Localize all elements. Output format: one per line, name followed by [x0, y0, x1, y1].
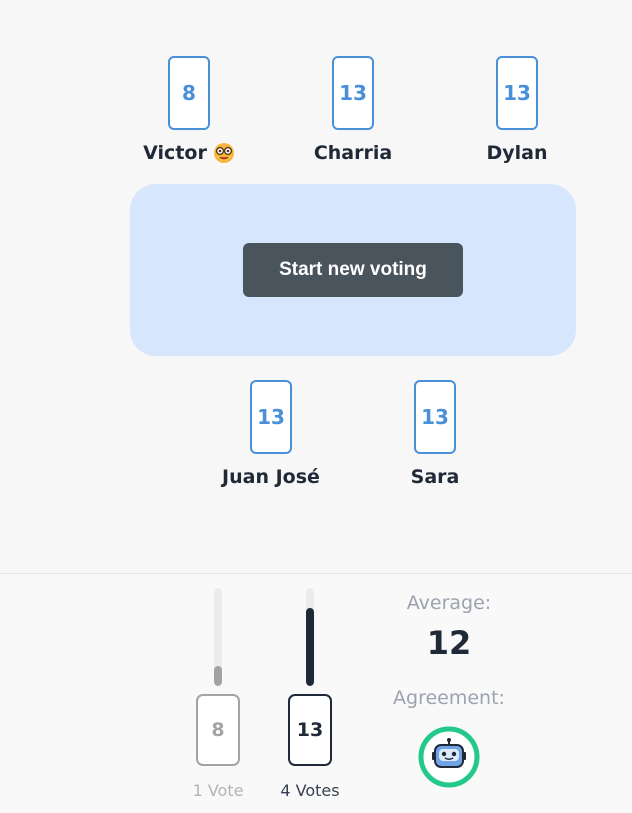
player-card: 13	[414, 380, 456, 454]
result-card: 13	[288, 694, 332, 766]
player-name: Juan José	[222, 466, 320, 488]
vote-bar-track	[306, 588, 314, 686]
average-label: Average:	[406, 592, 492, 614]
vote-bar-fill	[214, 666, 222, 686]
nerd-face-icon	[213, 143, 234, 163]
player-name-row: Victor	[143, 142, 235, 164]
player-card: 13	[496, 56, 538, 130]
vote-bar-track	[214, 588, 222, 686]
player-victor: 8 Victor	[119, 56, 259, 164]
player-name: Victor	[143, 142, 207, 164]
average-value: 12	[426, 624, 472, 662]
player-name: Sara	[410, 466, 460, 488]
result-column-13: 13 4 Votes	[265, 588, 355, 800]
start-new-voting-button[interactable]: Start new voting	[243, 243, 463, 297]
result-column-8: 8 1 Vote	[173, 588, 263, 800]
player-card: 8	[168, 56, 210, 130]
player-sara: 13 Sara	[365, 380, 505, 488]
player-dylan: 13 Dylan	[447, 56, 587, 164]
voting-table: Start new voting	[130, 184, 576, 356]
player-name: Charria	[313, 142, 393, 164]
agreement-indicator	[418, 726, 480, 788]
player-juan-jose: 13 Juan José	[201, 380, 341, 488]
player-name: Dylan	[486, 142, 548, 164]
vote-bar-fill	[306, 607, 314, 686]
player-card: 13	[250, 380, 292, 454]
agreement-label: Agreement:	[393, 687, 505, 709]
vote-count: 1 Vote	[192, 781, 244, 800]
player-charria: 13 Charria	[283, 56, 423, 164]
result-card: 8	[196, 694, 240, 766]
vote-count: 4 Votes	[280, 781, 340, 800]
player-card: 13	[332, 56, 374, 130]
